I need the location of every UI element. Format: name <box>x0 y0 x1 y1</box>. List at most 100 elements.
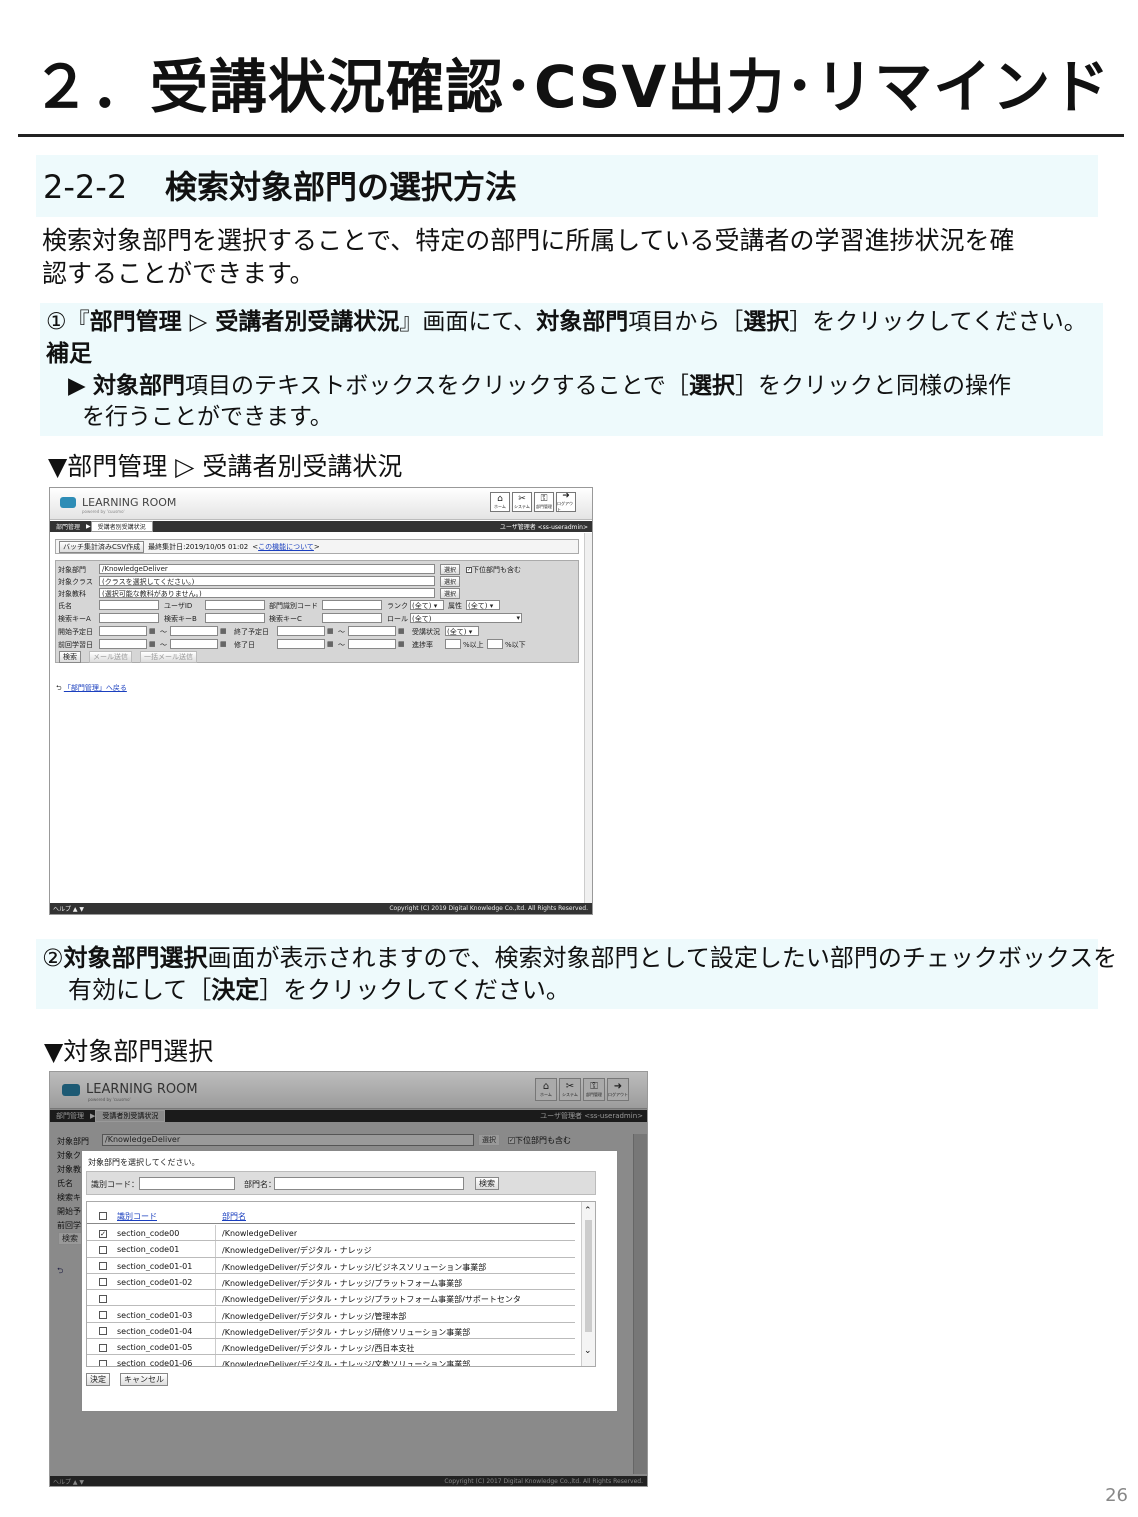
calendar-icon[interactable]: ▦ <box>220 640 227 648</box>
course-select-button[interactable]: 選択 <box>440 588 461 599</box>
course-input[interactable]: (選択可能な教科がありません。) <box>99 588 435 598</box>
home-button[interactable]: ⌂ ホーム <box>535 1078 557 1101</box>
logo-icon <box>62 1083 80 1096</box>
back-link[interactable]: ⮌ 「部門管理」へ戻る <box>56 683 127 695</box>
row-checkbox[interactable] <box>99 1359 107 1366</box>
breadcrumb-dept[interactable]: 部門管理 <box>50 522 86 531</box>
row-name: /KnowledgeDeliver/デジタル・ナレッジ/管理本部 <box>222 1311 407 1321</box>
keyB-label: 検索キーB <box>164 615 197 623</box>
bg-label: 対象ク <box>57 1151 81 1160</box>
slide-title: ２．受講状況確認･CSV出力･リマインド <box>32 53 1111 121</box>
table-row[interactable]: section_code01/KnowledgeDeliver/デジタル・ナレッ… <box>87 1241 575 1258</box>
name-input[interactable] <box>99 600 159 610</box>
bulk-mail-button[interactable]: 一括メール送信 <box>140 651 197 663</box>
row-code: section_code01-05 <box>117 1343 193 1353</box>
tools-icon: ✂ <box>565 1081 575 1092</box>
role-select[interactable]: (全て) ▾ <box>410 613 522 623</box>
dept-input[interactable]: /KnowledgeDeliver <box>99 564 435 574</box>
progress-max-input[interactable] <box>487 639 503 649</box>
col-name-header[interactable]: 部門名 <box>222 1211 246 1222</box>
help-link[interactable]: ヘルプ ▲ ▼ <box>50 1477 84 1486</box>
logout-button[interactable]: ➜ ログアウト <box>607 1078 629 1101</box>
class-input[interactable]: (クラスを選択してください。) <box>99 576 435 586</box>
start-to-input[interactable] <box>170 626 218 636</box>
step2-line-2: 有効にして［決定］をクリックしてください。 <box>68 976 570 1004</box>
row-checkbox[interactable] <box>99 1278 107 1287</box>
end-to-input[interactable] <box>348 626 396 636</box>
copyright-2: Copyright (C) 2017 Digital Knowledge Co.… <box>444 1477 643 1485</box>
row-checkbox[interactable]: ✓ <box>99 1229 107 1238</box>
table-scrollbar[interactable]: ⌃ ⌄ <box>581 1202 595 1366</box>
checkbox-icon <box>99 1278 107 1287</box>
dept-manage-button[interactable]: ⚿ 部門管理 <box>534 492 554 512</box>
calendar-icon[interactable]: ▦ <box>398 640 405 648</box>
row-checkbox[interactable] <box>99 1311 107 1320</box>
keyC-input[interactable] <box>322 613 382 623</box>
select-all-checkbox[interactable] <box>99 1211 107 1220</box>
calendar-icon[interactable]: ▦ <box>327 640 334 648</box>
home-button[interactable]: ⌂ ホーム <box>490 492 510 512</box>
table-row[interactable]: section_code01-03/KnowledgeDeliver/デジタル・… <box>87 1306 575 1323</box>
table-row[interactable]: section_code01-06/KnowledgeDeliver/デジタル・… <box>87 1355 575 1367</box>
col-code-header[interactable]: 識別コード <box>117 1211 157 1222</box>
attr-select[interactable]: (全て) ▾ <box>466 600 500 610</box>
deptcode-input[interactable] <box>322 600 382 610</box>
system-button[interactable]: ✂ システム <box>512 492 532 512</box>
ok-button[interactable]: 決定 <box>86 1373 110 1386</box>
breadcrumb-dept[interactable]: 部門管理 <box>50 1111 90 1121</box>
logout-button[interactable]: ➜ ログアウト <box>556 491 576 512</box>
mail-button[interactable]: メール送信 <box>89 651 132 663</box>
progress-min-input[interactable] <box>445 639 461 649</box>
class-select-button[interactable]: 選択 <box>440 576 461 587</box>
done-from-input[interactable] <box>277 639 325 649</box>
table-row[interactable]: ✓ section_code00/KnowledgeDeliver <box>87 1225 575 1242</box>
keyB-input[interactable] <box>205 613 265 623</box>
table-row[interactable]: section_code01-01/KnowledgeDeliver/デジタル・… <box>87 1257 575 1274</box>
done-to-input[interactable] <box>348 639 396 649</box>
batch-csv-button[interactable]: バッチ集計済みCSV作成 <box>59 540 145 553</box>
code-input[interactable] <box>139 1177 235 1190</box>
row-checkbox[interactable] <box>99 1327 107 1336</box>
page-scrollbar[interactable] <box>633 1134 647 1474</box>
name-input[interactable] <box>274 1177 464 1190</box>
cancel-button[interactable]: キャンセル <box>120 1373 168 1386</box>
start-from-input[interactable] <box>99 626 147 636</box>
userid-input[interactable] <box>205 600 265 610</box>
tilde: ～ <box>160 628 167 636</box>
calendar-icon[interactable]: ▦ <box>149 627 156 635</box>
rank-select[interactable]: (全て) ▾ <box>410 600 444 610</box>
row-checkbox[interactable] <box>99 1343 107 1352</box>
dept-manage-button[interactable]: ⚿ 部門管理 <box>583 1078 605 1101</box>
calendar-icon[interactable]: ▦ <box>398 627 405 635</box>
chevron-down-icon: ▾ <box>468 628 473 636</box>
help-link[interactable]: ヘルプ ▲ ▼ <box>50 904 84 913</box>
table-row[interactable]: section_code01-05/KnowledgeDeliver/デジタル・… <box>87 1339 575 1356</box>
page-scrollbar[interactable] <box>584 533 592 903</box>
table-row[interactable]: section_code01-02/KnowledgeDeliver/デジタル・… <box>87 1273 575 1291</box>
calendar-icon[interactable]: ▦ <box>220 627 227 635</box>
scroll-down-icon[interactable]: ⌄ <box>584 1346 592 1356</box>
keyA-input[interactable] <box>99 613 159 623</box>
scroll-up-icon[interactable]: ⌃ <box>584 1206 592 1216</box>
status-select[interactable]: (全て) ▾ <box>445 626 479 636</box>
row-checkbox[interactable] <box>99 1294 107 1303</box>
dialog-search-button[interactable]: 検索 <box>475 1177 499 1190</box>
row-checkbox[interactable] <box>99 1245 107 1254</box>
search-button[interactable]: 検索 <box>59 651 81 663</box>
calendar-icon[interactable]: ▦ <box>149 640 156 648</box>
calendar-icon[interactable]: ▦ <box>327 627 334 635</box>
scroll-thumb[interactable] <box>585 1220 592 1332</box>
table-row[interactable]: /KnowledgeDeliver/デジタル・ナレッジ/プラットフォーム事業部/… <box>87 1290 575 1307</box>
feature-link[interactable]: <この機能について> <box>252 542 320 552</box>
table-row[interactable]: section_code01-04/KnowledgeDeliver/デジタル・… <box>87 1322 575 1340</box>
last-from-input[interactable] <box>99 639 147 649</box>
row-name: /KnowledgeDeliver/デジタル・ナレッジ/文教ソリューション事業部 <box>222 1360 471 1367</box>
dept-select-button[interactable]: 選択 <box>440 564 461 575</box>
row-code: section_code01-02 <box>117 1277 193 1287</box>
include-sub-checkbox[interactable]: ✓下位部門も含む <box>466 565 521 575</box>
end-from-input[interactable] <box>277 626 325 636</box>
last-to-input[interactable] <box>170 639 218 649</box>
system-button[interactable]: ✂ システム <box>559 1078 581 1101</box>
row-name: /KnowledgeDeliver/デジタル・ナレッジ/研修ソリューション事業部 <box>222 1327 471 1337</box>
row-checkbox[interactable] <box>99 1262 107 1271</box>
